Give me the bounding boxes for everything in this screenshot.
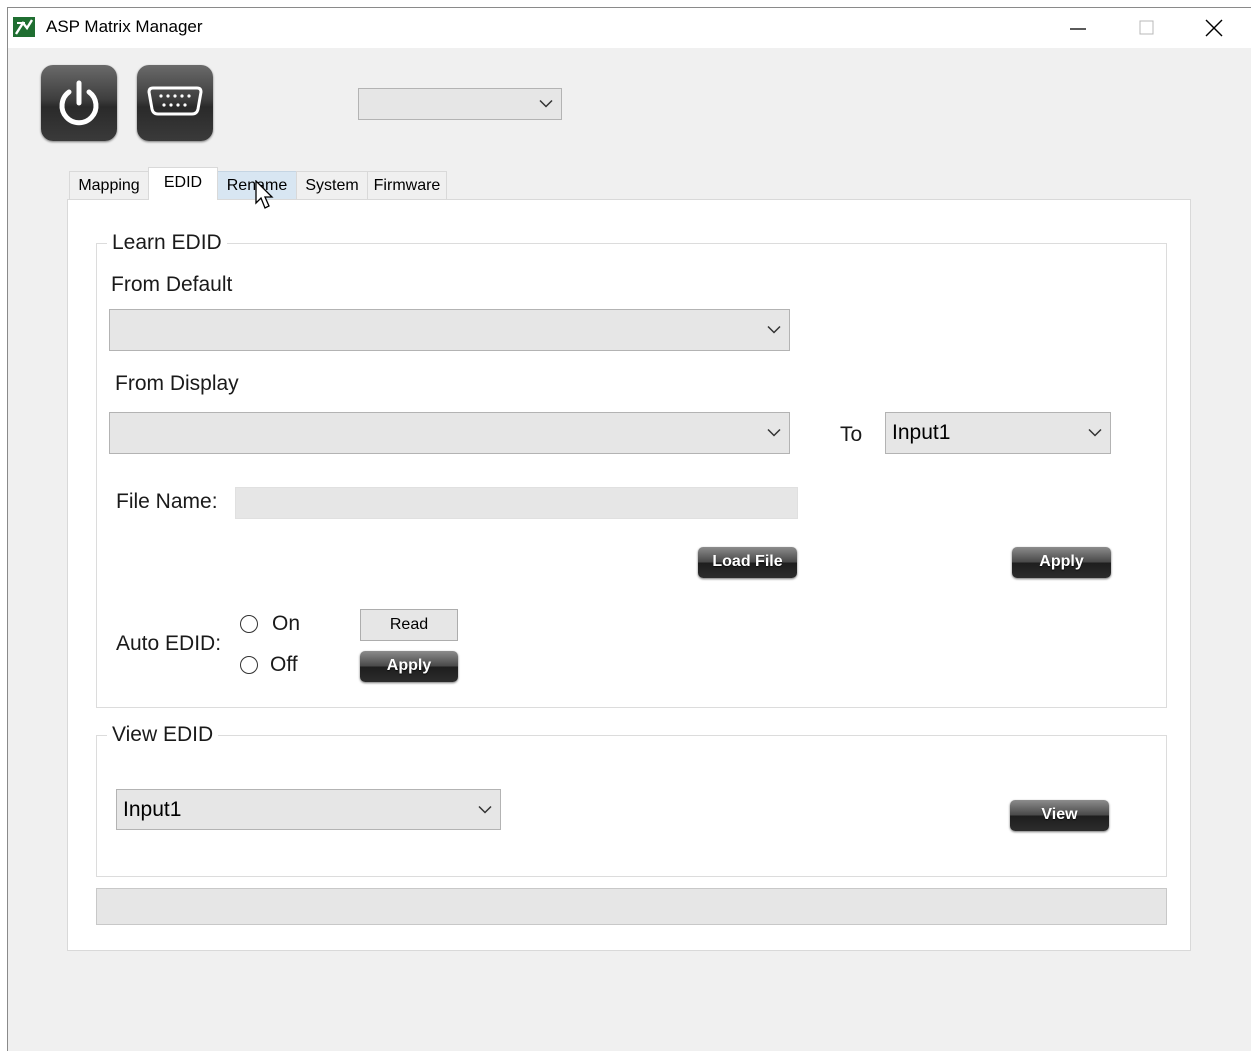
close-icon (1205, 19, 1223, 37)
auto-edid-off-radio[interactable] (240, 656, 258, 674)
to-label: To (840, 423, 863, 446)
serial-port-icon (147, 86, 203, 116)
apply-edid-button[interactable]: Apply (1012, 547, 1111, 578)
view-edid-input-value: Input1 (123, 797, 182, 821)
app-logo-icon (13, 17, 35, 37)
auto-edid-on-radio[interactable] (240, 615, 258, 633)
maximize-icon (1139, 20, 1154, 35)
view-edid-group: View EDID Input1 View (96, 723, 1167, 877)
mouse-cursor-icon (255, 180, 274, 209)
power-button[interactable] (41, 65, 117, 141)
read-auto-edid-button[interactable]: Read (360, 609, 458, 641)
chevron-down-icon (767, 428, 781, 437)
learn-edid-group: Learn EDID From Default From Display To … (96, 231, 1167, 708)
tab-label: System (305, 177, 359, 194)
maximize-button[interactable] (1112, 8, 1180, 48)
power-icon (59, 80, 99, 126)
file-name-label: File Name: (116, 490, 218, 513)
from-display-select[interactable] (109, 412, 790, 454)
chevron-down-icon (478, 805, 492, 814)
from-display-label: From Display (115, 372, 239, 395)
file-name-input[interactable] (235, 487, 798, 519)
auto-edid-on-label: On (272, 612, 301, 635)
minimize-icon (1070, 28, 1086, 30)
tab-system[interactable]: System (296, 171, 368, 200)
minimize-button[interactable] (1044, 8, 1112, 48)
tab-label: EDID (163, 174, 203, 191)
chevron-down-icon (539, 99, 553, 108)
to-input-select[interactable]: Input1 (885, 412, 1111, 454)
status-bar (96, 888, 1167, 925)
auto-edid-off-label: Off (270, 653, 298, 676)
to-input-value: Input1 (892, 421, 951, 444)
tab-edid[interactable]: EDID (148, 167, 218, 200)
chevron-down-icon (1088, 428, 1102, 437)
view-edid-legend: View EDID (107, 723, 219, 747)
title-bar[interactable]: ASP Matrix Manager (8, 8, 1251, 48)
load-file-button[interactable]: Load File (698, 547, 797, 578)
learn-edid-legend: Learn EDID (107, 231, 227, 255)
tab-label: Mapping (78, 177, 140, 194)
view-edid-button[interactable]: View (1010, 800, 1109, 831)
from-default-select[interactable] (109, 309, 790, 351)
window-title: ASP Matrix Manager (46, 17, 203, 36)
close-button[interactable] (1180, 8, 1248, 48)
serial-port-button[interactable] (137, 65, 213, 141)
view-edid-input-select[interactable]: Input1 (116, 789, 501, 830)
chevron-down-icon (767, 325, 781, 334)
tab-mapping[interactable]: Mapping (69, 171, 149, 200)
from-default-label: From Default (111, 273, 233, 296)
apply-auto-edid-button[interactable]: Apply (360, 651, 458, 682)
tab-label: Firmware (373, 177, 441, 194)
auto-edid-label: Auto EDID: (116, 632, 222, 655)
tab-firmware[interactable]: Firmware (367, 171, 447, 200)
port-select[interactable] (358, 88, 562, 120)
app-window: ASP Matrix Manager Mapping EDID Rena (7, 7, 1251, 1051)
edid-tab-panel: Learn EDID From Default From Display To … (67, 199, 1191, 951)
